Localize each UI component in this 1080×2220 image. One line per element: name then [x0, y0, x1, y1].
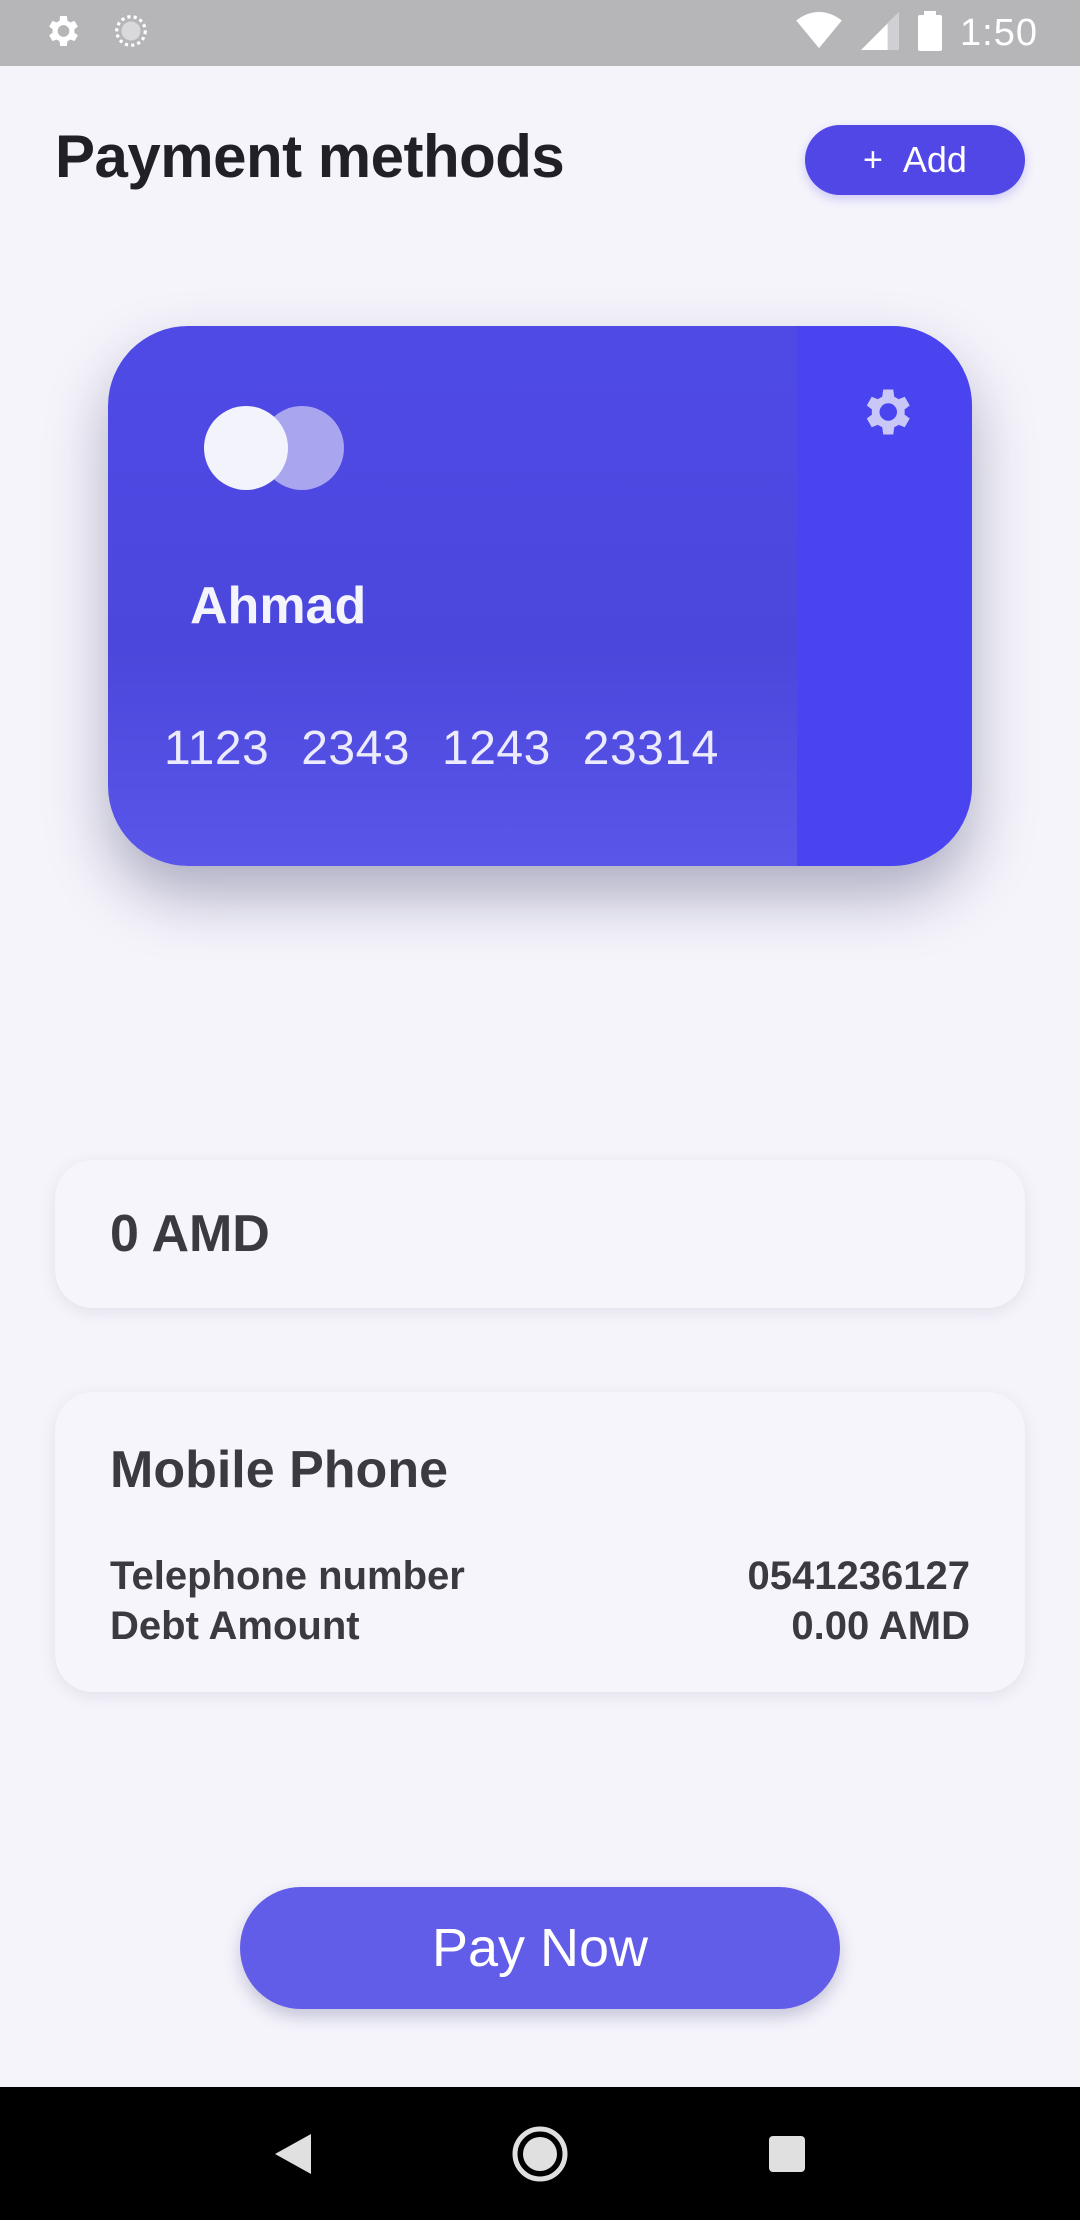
debt-label: Debt Amount: [110, 1604, 360, 1648]
debt-value: 0.00 AMD: [791, 1604, 970, 1648]
wifi-icon: [796, 11, 842, 55]
status-time: 1:50: [960, 11, 1038, 54]
card-holder-name: Ahmad: [190, 577, 367, 635]
card-number-group: 2343: [301, 722, 410, 775]
gear-icon[interactable]: [856, 382, 916, 442]
mobile-phone-box[interactable]: Mobile Phone Telephone number 0541236127…: [55, 1392, 1025, 1692]
card-number-group: 1123: [164, 722, 270, 775]
back-icon[interactable]: [263, 2124, 323, 2184]
telephone-value: 0541236127: [747, 1554, 970, 1598]
add-button[interactable]: + Add: [805, 125, 1025, 195]
balance-amount: 0 AMD: [110, 1205, 270, 1263]
page-title: Payment methods: [55, 123, 565, 190]
sync-icon: [112, 12, 150, 55]
gear-icon: [42, 11, 82, 56]
home-icon[interactable]: [510, 2124, 570, 2184]
balance-box[interactable]: 0 AMD: [55, 1160, 1025, 1308]
card-number-group: 23314: [582, 722, 719, 775]
battery-icon: [918, 10, 943, 56]
card-logo-icon: [204, 406, 344, 490]
plus-icon: +: [863, 140, 883, 179]
add-button-label: Add: [902, 139, 967, 180]
card-number: 1123 2343 1243 23314: [164, 721, 719, 776]
signal-icon: [860, 11, 900, 55]
telephone-label: Telephone number: [110, 1554, 465, 1598]
card-number-group: 1243: [442, 722, 551, 775]
navigation-bar: [0, 2087, 1080, 2220]
status-bar: 1:50: [0, 0, 1080, 66]
debt-row: Debt Amount 0.00 AMD: [110, 1604, 970, 1649]
payment-card[interactable]: Ahmad 1123 2343 1243 23314: [108, 326, 972, 866]
recents-icon[interactable]: [757, 2124, 817, 2184]
telephone-row: Telephone number 0541236127: [110, 1554, 970, 1599]
mobile-phone-title: Mobile Phone: [110, 1441, 448, 1499]
pay-now-button[interactable]: Pay Now: [240, 1887, 840, 2009]
